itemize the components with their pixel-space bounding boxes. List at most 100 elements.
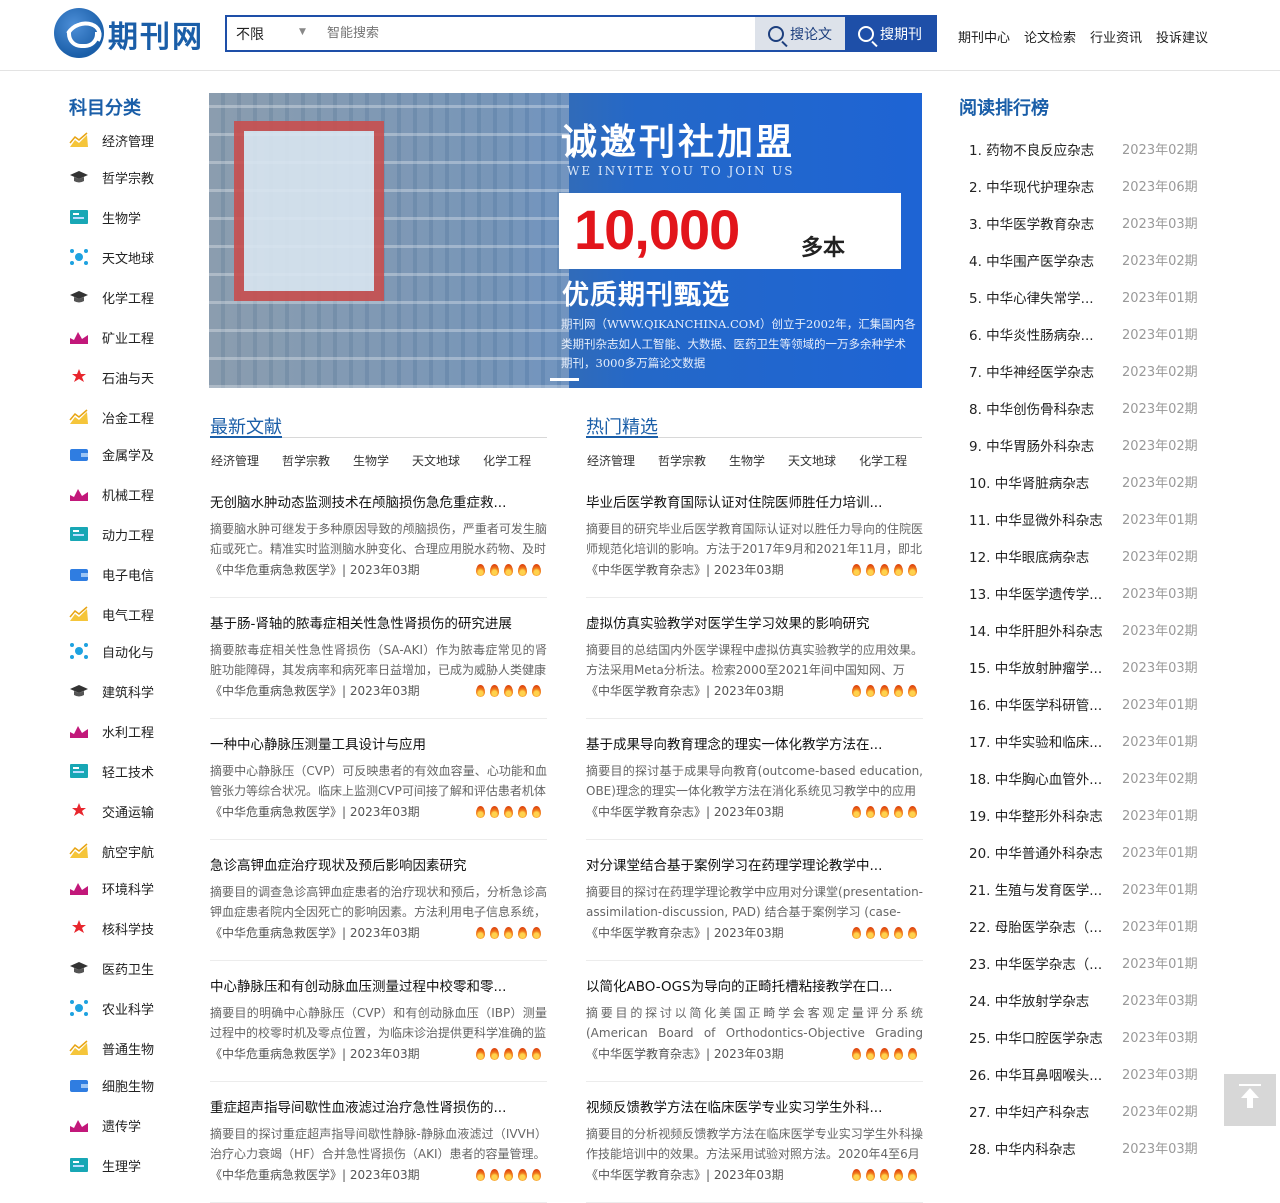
hot-tab[interactable]: 哲学宗教: [658, 452, 706, 469]
category-item[interactable]: 电气工程: [69, 602, 154, 626]
category-item[interactable]: 医药卫生: [69, 956, 154, 980]
article-title[interactable]: 重症超声指导间歇性血液滤过治疗急性肾损伤的...: [210, 1096, 547, 1116]
ranking-item[interactable]: 24. 中华放射学杂志 2023年03期: [969, 990, 1209, 1010]
hot-tab[interactable]: 经济管理: [587, 452, 635, 469]
article-title[interactable]: 毕业后医学教育国际认证对住院医师胜任力培训...: [586, 491, 923, 511]
article-title[interactable]: 以简化ABO-OGS为导向的正畸托槽粘接教学在口...: [586, 975, 923, 995]
article-item: 中心静脉压和有创动脉血压测量过程中校零和零... 摘要目的明确中心静脉压（CVP）…: [210, 975, 547, 1062]
ranking-item[interactable]: 16. 中华医学科研管... 2023年01期: [969, 694, 1209, 714]
category-item[interactable]: 遗传学: [69, 1113, 141, 1137]
search-articles-button[interactable]: 搜论文: [755, 17, 845, 50]
ranking-item[interactable]: 13. 中华医学遗传学... 2023年03期: [969, 583, 1209, 603]
article-abstract: 摘要目的调查急诊高钾血症患者的治疗现状和预后，分析急诊高钾血症患者院内全因死亡的…: [210, 885, 547, 919]
search-scope-select[interactable]: 不限 ▼: [227, 17, 315, 50]
ranking-item[interactable]: 9. 中华胃肠外科杂志 2023年02期: [969, 435, 1209, 455]
ranking-item[interactable]: 3. 中华医学教育杂志 2023年03期: [969, 213, 1209, 233]
category-item[interactable]: 经济管理: [69, 128, 154, 152]
category-item[interactable]: 天文地球: [69, 245, 154, 269]
search-input[interactable]: [315, 17, 755, 50]
nav-industry-news[interactable]: 行业资讯: [1090, 27, 1142, 46]
ranking-item[interactable]: 8. 中华创伤骨科杂志 2023年02期: [969, 398, 1209, 418]
article-title[interactable]: 基于肠-肾轴的脓毒症相关性急性肾损伤的研究进展: [210, 612, 547, 632]
carousel-indicator[interactable]: [550, 378, 579, 381]
ranking-item[interactable]: 26. 中华耳鼻咽喉头... 2023年03期: [969, 1064, 1209, 1084]
ranking-item[interactable]: 20. 中华普通外科杂志 2023年01期: [969, 842, 1209, 862]
ranking-item[interactable]: 5. 中华心律失常学... 2023年01期: [969, 287, 1209, 307]
ranking-item[interactable]: 11. 中华显微外科杂志 2023年01期: [969, 509, 1209, 529]
ranking-journal-name: 8. 中华创伤骨科杂志: [969, 402, 1095, 418]
article-title[interactable]: 急诊高钾血症治疗现状及预后影响因素研究: [210, 854, 547, 874]
logo-icon[interactable]: [54, 8, 104, 58]
category-item[interactable]: 电子电信: [69, 562, 154, 586]
article-title[interactable]: 视频反馈教学方法在临床医学专业实习学生外科...: [586, 1096, 923, 1116]
category-item[interactable]: 环境科学: [69, 876, 154, 900]
pin-icon: [69, 802, 89, 820]
article-meta: 《中华危重病急救医学》| 2023年03期: [210, 682, 547, 699]
latest-tab[interactable]: 哲学宗教: [282, 452, 330, 469]
latest-tab[interactable]: 经济管理: [211, 452, 259, 469]
category-item[interactable]: 冶金工程: [69, 405, 154, 429]
ranking-item[interactable]: 17. 中华实验和临床... 2023年01期: [969, 731, 1209, 751]
ranking-item[interactable]: 23. 中华医学杂志（... 2023年01期: [969, 953, 1209, 973]
category-item[interactable]: 核科学技: [69, 916, 154, 940]
category-item[interactable]: 化学工程: [69, 285, 154, 309]
ranking-item[interactable]: 4. 中华围产医学杂志 2023年02期: [969, 250, 1209, 270]
category-item[interactable]: 水利工程: [69, 719, 154, 743]
ranking-item[interactable]: 10. 中华肾脏病杂志 2023年02期: [969, 472, 1209, 492]
ranking-item[interactable]: 22. 母胎医学杂志（... 2023年01期: [969, 916, 1209, 936]
search-journals-button[interactable]: 搜期刊: [845, 17, 935, 50]
hotness-rating: [852, 1047, 917, 1060]
category-item[interactable]: 哲学宗教: [69, 165, 154, 189]
latest-tab[interactable]: 天文地球: [412, 452, 460, 469]
article-title[interactable]: 中心静脉压和有创动脉血压测量过程中校零和零...: [210, 975, 547, 995]
ranking-item[interactable]: 7. 中华神经医学杂志 2023年02期: [969, 361, 1209, 381]
category-item[interactable]: 动力工程: [69, 522, 154, 546]
nav-complaints[interactable]: 投诉建议: [1156, 27, 1208, 46]
category-item[interactable]: 机械工程: [69, 482, 154, 506]
flame-icon: [490, 1047, 499, 1060]
category-item[interactable]: 普通生物: [69, 1036, 154, 1060]
ranking-item[interactable]: 1. 药物不良反应杂志 2023年02期: [969, 139, 1209, 159]
category-item[interactable]: 自动化与: [69, 639, 154, 663]
hot-tab[interactable]: 生物学: [729, 452, 765, 469]
ranking-item[interactable]: 14. 中华肝胆外科杂志 2023年02期: [969, 620, 1209, 640]
category-item[interactable]: 细胞生物: [69, 1073, 154, 1097]
ranking-item[interactable]: 6. 中华炎性肠病杂... 2023年01期: [969, 324, 1209, 344]
category-item[interactable]: 航空宇航: [69, 839, 154, 863]
category-item[interactable]: 石油与天: [69, 365, 154, 389]
article-title[interactable]: 基于成果导向教育理念的理实一体化教学方法在...: [586, 733, 923, 753]
category-item[interactable]: 金属学及: [69, 442, 154, 466]
hot-tab[interactable]: 化学工程: [859, 452, 907, 469]
ranking-item[interactable]: 28. 中华内科杂志 2023年03期: [969, 1138, 1209, 1158]
category-item[interactable]: 矿业工程: [69, 325, 154, 349]
nav-paper-search[interactable]: 论文检索: [1024, 27, 1076, 46]
ranking-item[interactable]: 19. 中华整形外科杂志 2023年01期: [969, 805, 1209, 825]
promo-banner[interactable]: 诚邀刊社加盟 WE INVITE YOU TO JOIN US 10,000 多…: [209, 93, 922, 388]
back-to-top-button[interactable]: [1224, 1074, 1276, 1126]
article-title[interactable]: 对分课堂结合基于案例学习在药理学理论教学中...: [586, 854, 923, 874]
latest-tab[interactable]: 化学工程: [483, 452, 531, 469]
category-item[interactable]: 农业科学: [69, 996, 154, 1020]
ranking-item[interactable]: 25. 中华口腔医学杂志 2023年03期: [969, 1027, 1209, 1047]
latest-tab[interactable]: 生物学: [353, 452, 389, 469]
article-title[interactable]: 一种中心静脉压测量工具设计与应用: [210, 733, 547, 753]
dropdown-arrow-icon: ▼: [299, 27, 306, 37]
hot-tab[interactable]: 天文地球: [788, 452, 836, 469]
ranking-item[interactable]: 18. 中华胸心血管外... 2023年02期: [969, 768, 1209, 788]
category-item[interactable]: 建筑科学: [69, 679, 154, 703]
nav-journal-center[interactable]: 期刊中心: [958, 27, 1010, 46]
ranking-journal-name: 5. 中华心律失常学...: [969, 291, 1094, 307]
ranking-issue: 2023年01期: [1122, 328, 1198, 343]
ranking-item[interactable]: 27. 中华妇产科杂志 2023年02期: [969, 1101, 1209, 1121]
article-title[interactable]: 无创脑水肿动态监测技术在颅脑损伤急危重症救...: [210, 491, 547, 511]
ranking-item[interactable]: 15. 中华放射肿瘤学... 2023年03期: [969, 657, 1209, 677]
article-title[interactable]: 虚拟仿真实验教学对医学生学习效果的影响研究: [586, 612, 923, 632]
ranking-item[interactable]: 2. 中华现代护理杂志 2023年06期: [969, 176, 1209, 196]
category-item[interactable]: 交通运输: [69, 799, 154, 823]
category-item[interactable]: 生理学: [69, 1153, 141, 1177]
ranking-item[interactable]: 12. 中华眼底病杂志 2023年02期: [969, 546, 1209, 566]
category-item[interactable]: 轻工技术: [69, 759, 154, 783]
site-logo-text[interactable]: 期刊网: [108, 12, 204, 56]
ranking-item[interactable]: 21. 生殖与发育医学... 2023年01期: [969, 879, 1209, 899]
category-item[interactable]: 生物学: [69, 205, 141, 229]
